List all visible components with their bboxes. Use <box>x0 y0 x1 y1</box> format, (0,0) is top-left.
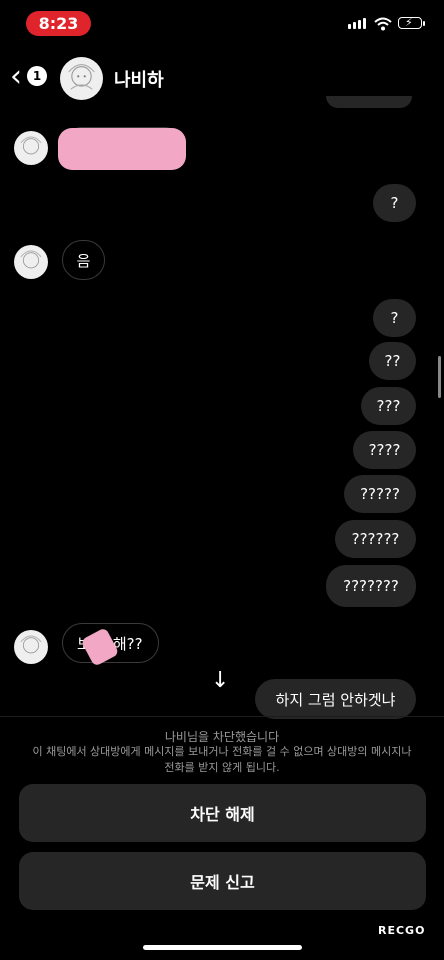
battery-tip-icon <box>423 21 425 26</box>
sent-message-bubble: 하지 그럼 안하겟냐 <box>255 679 416 719</box>
scrollbar-thumb[interactable] <box>438 356 441 398</box>
panel-divider <box>0 716 444 717</box>
sender-avatar <box>14 630 48 664</box>
sent-message-bubble: ? <box>373 184 416 222</box>
unread-count-badge[interactable]: 1 <box>27 66 47 86</box>
sent-message-bubble: ??????? <box>326 565 416 607</box>
status-time: 8:23 <box>26 11 91 36</box>
sent-message-bubble: ??? <box>361 387 416 425</box>
watermark-logo: RECGO <box>378 924 426 937</box>
blocked-title: 나비님을 차단했습니다 <box>164 730 280 744</box>
received-message-bubble: 음 <box>62 240 105 280</box>
redaction-scribble <box>58 128 186 170</box>
sent-message-bubble: ?? <box>369 342 416 380</box>
sent-message-bubble: ?????? <box>335 520 416 558</box>
sender-avatar <box>14 245 48 279</box>
report-button[interactable]: 문제 신고 <box>19 852 426 910</box>
scroll-down-arrow-icon[interactable]: ↓ <box>211 668 229 693</box>
sent-message-bubble: ????? <box>344 475 416 513</box>
unblock-button[interactable]: 차단 해제 <box>19 784 426 842</box>
sent-message-bubble: ???? <box>353 431 416 469</box>
wifi-icon <box>374 16 392 35</box>
contact-avatar[interactable] <box>60 57 103 100</box>
signal-icon <box>348 18 366 29</box>
message-bubble-cutoff <box>326 96 412 108</box>
sent-message-bubble: ? <box>373 299 416 337</box>
back-chevron-icon[interactable]: ‹ <box>10 62 22 92</box>
contact-name[interactable]: 나비하 <box>114 66 164 92</box>
home-indicator[interactable] <box>143 945 302 950</box>
charging-bolt-icon: ⚡ <box>405 16 413 29</box>
sender-avatar <box>14 131 48 165</box>
blocked-description: 이 채팅에서 상대방에게 메시지를 보내거나 전화를 걸 수 없으며 상대방의 … <box>32 745 412 774</box>
